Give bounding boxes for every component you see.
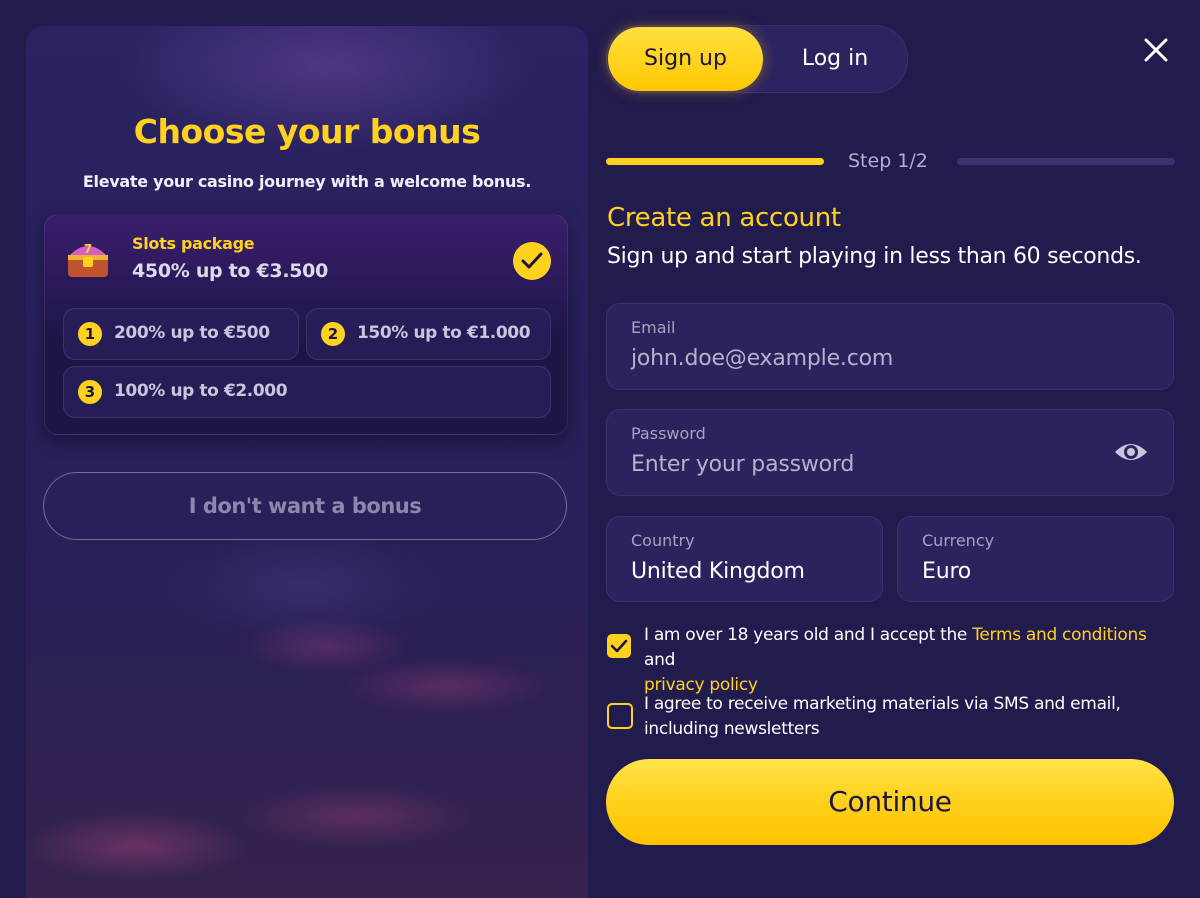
bonus-tier: 1 200% up to €500 <box>63 308 299 360</box>
tab-login[interactable]: Log in <box>765 27 905 91</box>
package-name: Slots package <box>132 234 255 253</box>
password-label: Password <box>631 424 706 443</box>
treasure-chest-icon: 7 <box>68 242 108 277</box>
marketing-line-2: including newsletters <box>644 719 820 739</box>
password-field[interactable]: Password Enter your password <box>606 409 1174 496</box>
currency-select[interactable]: Currency Euro <box>897 516 1174 602</box>
bonus-tier: 2 150% up to €1.000 <box>306 308 551 360</box>
tier-label: 200% up to €500 <box>114 323 270 343</box>
marketing-line-1: I agree to receive marketing materials v… <box>644 694 1121 714</box>
email-field[interactable]: Email john.doe@example.com <box>606 303 1174 390</box>
country-value: United Kingdom <box>631 559 805 584</box>
continue-button[interactable]: Continue <box>606 759 1174 845</box>
selected-check-icon <box>513 242 551 280</box>
marketing-text: I agree to receive marketing materials v… <box>644 692 1174 742</box>
currency-value: Euro <box>922 559 972 584</box>
country-label: Country <box>631 531 695 550</box>
bonus-tier: 3 100% up to €2.000 <box>63 366 551 418</box>
email-label: Email <box>631 318 676 337</box>
tier-label: 100% up to €2.000 <box>114 381 288 401</box>
password-placeholder: Enter your password <box>631 452 855 477</box>
step-progress-remaining <box>957 158 1175 165</box>
tier-number-badge: 2 <box>321 322 345 346</box>
svg-text:7: 7 <box>84 242 92 256</box>
eye-icon[interactable] <box>1113 438 1149 466</box>
tier-number-badge: 1 <box>78 322 102 346</box>
auth-tabs: Sign up Log in <box>606 25 908 93</box>
step-indicator: Step 1/2 <box>848 150 928 172</box>
checkmark-icon <box>610 639 628 653</box>
package-amount: 450% up to €3.500 <box>132 260 329 282</box>
terms-text-before: I am over 18 years old and I accept the <box>644 625 973 645</box>
terms-checkbox[interactable] <box>607 634 631 658</box>
terms-link[interactable]: Terms and conditions <box>972 625 1147 645</box>
terms-text: I am over 18 years old and I accept the … <box>644 623 1174 698</box>
step-progress-complete <box>606 158 824 165</box>
tier-label: 150% up to €1.000 <box>357 323 531 343</box>
tier-number-badge: 3 <box>78 380 102 404</box>
close-icon[interactable] <box>1138 32 1174 68</box>
tab-signup[interactable]: Sign up <box>608 27 763 91</box>
marketing-checkbox[interactable] <box>607 703 633 729</box>
bonus-subtitle: Elevate your casino journey with a welco… <box>82 172 532 191</box>
email-placeholder: john.doe@example.com <box>631 346 894 371</box>
form-subtitle: Sign up and start playing in less than 6… <box>607 244 1142 269</box>
terms-text-mid: and <box>644 650 676 670</box>
bonus-title: Choose your bonus <box>133 112 481 151</box>
country-select[interactable]: Country United Kingdom <box>606 516 883 602</box>
form-title: Create an account <box>607 203 841 233</box>
signup-modal: Choose your bonus Elevate your casino jo… <box>0 0 1200 898</box>
bonus-panel: Choose your bonus Elevate your casino jo… <box>26 26 588 898</box>
no-bonus-button[interactable]: I don't want a bonus <box>43 472 567 540</box>
slots-package-card[interactable]: 7 Slots package 450% up to €3.500 1 200%… <box>44 214 568 435</box>
currency-label: Currency <box>922 531 995 550</box>
